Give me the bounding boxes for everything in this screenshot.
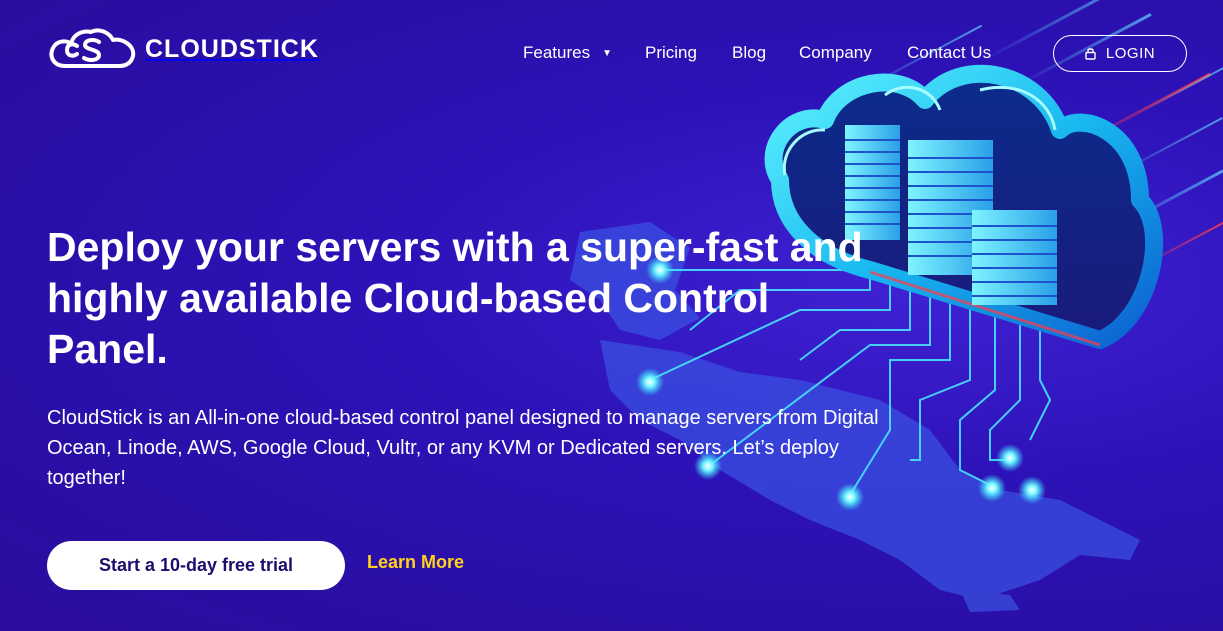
start-free-trial-button[interactable]: Start a 10-day free trial xyxy=(47,541,345,590)
lock-icon xyxy=(1085,48,1096,60)
nav-features[interactable]: Features ▼ xyxy=(523,43,612,63)
hero-section: CLOUDSTICK Features ▼ Pricing Blog Compa… xyxy=(0,0,1223,631)
brand-logo[interactable]: CLOUDSTICK xyxy=(47,26,319,72)
hero-headline: Deploy your servers with a super-fast an… xyxy=(47,224,863,372)
nav-features-label: Features xyxy=(523,43,591,62)
nav-blog[interactable]: Blog xyxy=(732,43,766,63)
brand-name: CLOUDSTICK xyxy=(145,34,319,63)
nav-pricing[interactable]: Pricing xyxy=(645,43,697,63)
caret-down-icon: ▼ xyxy=(602,47,612,59)
nav-company[interactable]: Company xyxy=(799,43,872,63)
nav-contact-us[interactable]: Contact Us xyxy=(907,43,991,63)
cloud-cs-logo-icon xyxy=(49,28,136,68)
site-header: CLOUDSTICK Features ▼ Pricing Blog Compa… xyxy=(0,0,1223,110)
login-button[interactable]: LOGIN xyxy=(1053,35,1187,72)
learn-more-link[interactable]: Learn More xyxy=(367,552,464,573)
login-label: LOGIN xyxy=(1105,45,1156,62)
hero-description: CloudStick is an All-in-one cloud-based … xyxy=(47,407,879,489)
